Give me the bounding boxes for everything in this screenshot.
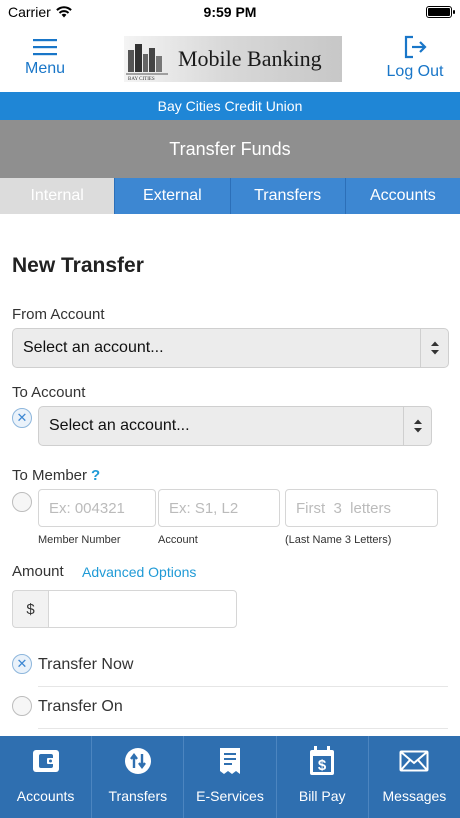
hamburger-icon	[33, 39, 57, 56]
bottom-nav: Accounts Transfers E-Services $ Bill Pay…	[0, 736, 460, 818]
transfer-on-label: Transfer On	[38, 698, 123, 715]
transfer-on-radio[interactable]	[12, 696, 32, 716]
nav-eservices[interactable]: E-Services	[183, 736, 275, 818]
transfer-now-label: Transfer Now	[38, 656, 134, 673]
tab-internal[interactable]: Internal	[0, 178, 115, 214]
select-arrows-icon	[403, 407, 431, 445]
to-account-radio[interactable]: ✕	[12, 408, 32, 428]
wifi-icon	[55, 6, 72, 18]
city-skyline-icon: BAY CITIES	[124, 36, 170, 82]
help-icon[interactable]: ?	[91, 467, 100, 484]
logout-button[interactable]: Log Out	[380, 35, 450, 81]
nav-billpay[interactable]: $ Bill Pay	[275, 736, 368, 818]
battery-icon	[426, 6, 455, 18]
check-x-icon: ✕	[16, 656, 28, 671]
to-account-label: To Account	[12, 384, 86, 401]
envelope-icon	[399, 746, 429, 776]
nav-transfers[interactable]: Transfers	[91, 736, 183, 818]
from-account-label: From Account	[12, 306, 105, 323]
nav-eservices-label: E-Services	[196, 788, 264, 804]
to-account-value: Select an account...	[49, 417, 190, 434]
nav-billpay-label: Bill Pay	[298, 788, 346, 804]
account-hint: Account	[158, 534, 198, 546]
tab-external[interactable]: External	[114, 178, 230, 214]
logout-icon	[404, 35, 427, 59]
bank-logo: BAY CITIES Mobile Banking	[124, 36, 342, 82]
to-member-text: To Member	[12, 467, 88, 484]
to-member-radio[interactable]	[12, 492, 32, 512]
section-heading: New Transfer	[12, 254, 144, 277]
nav-messages[interactable]: Messages	[367, 736, 460, 818]
institution-name: Bay Cities Credit Union	[157, 98, 303, 114]
select-arrows-icon	[420, 329, 448, 367]
institution-banner: Bay Cities Credit Union	[0, 92, 460, 120]
calendar-dollar-icon: $	[309, 746, 335, 776]
logout-label: Log Out	[386, 63, 444, 80]
tab-accounts[interactable]: Accounts	[344, 178, 460, 214]
from-account-value: Select an account...	[23, 339, 164, 356]
account-input[interactable]	[158, 489, 280, 527]
divider	[38, 686, 448, 687]
transfer-now-radio[interactable]: ✕	[12, 654, 32, 674]
transfer-arrows-icon	[124, 746, 152, 776]
svg-text:$: $	[318, 757, 327, 774]
to-member-label: To Member?	[12, 467, 100, 484]
member-number-input[interactable]	[38, 489, 156, 527]
advanced-options-link[interactable]: Advanced Options	[82, 564, 196, 580]
amount-label: Amount	[12, 563, 64, 580]
member-number-hint: Member Number	[38, 534, 121, 546]
nav-accounts[interactable]: Accounts	[0, 736, 91, 818]
status-bar: Carrier 9:59 PM	[0, 0, 460, 24]
nav-transfers-label: Transfers	[108, 788, 168, 804]
menu-button[interactable]: Menu	[10, 38, 80, 78]
last-name-input[interactable]	[285, 489, 438, 527]
transfer-tabs: Internal External Transfers Accounts	[0, 178, 460, 214]
last-name-hint: (Last Name 3 Letters)	[285, 534, 392, 546]
logo-text: Mobile Banking	[178, 46, 322, 71]
from-account-select[interactable]: Select an account...	[12, 328, 449, 368]
to-account-select[interactable]: Select an account...	[38, 406, 432, 446]
transfer-form: New Transfer From Account Select an acco…	[0, 214, 460, 736]
amount-input[interactable]	[48, 590, 237, 628]
currency-addon: $	[12, 590, 48, 628]
document-icon	[218, 746, 242, 776]
check-x-icon: ✕	[16, 410, 28, 425]
wallet-icon	[32, 746, 60, 776]
nav-messages-label: Messages	[382, 788, 447, 804]
tab-transfers[interactable]: Transfers	[229, 178, 345, 214]
svg-text:BAY CITIES: BAY CITIES	[128, 77, 155, 82]
divider	[38, 728, 448, 729]
page-title-bar: Transfer Funds	[0, 120, 460, 178]
app-header: Menu BAY CITIES Mobile Banking Log Out	[0, 24, 460, 92]
carrier-label: Carrier	[8, 4, 51, 20]
nav-accounts-label: Accounts	[16, 788, 75, 804]
status-left: Carrier	[8, 4, 72, 20]
menu-label: Menu	[24, 60, 66, 77]
page-title: Transfer Funds	[169, 138, 291, 159]
